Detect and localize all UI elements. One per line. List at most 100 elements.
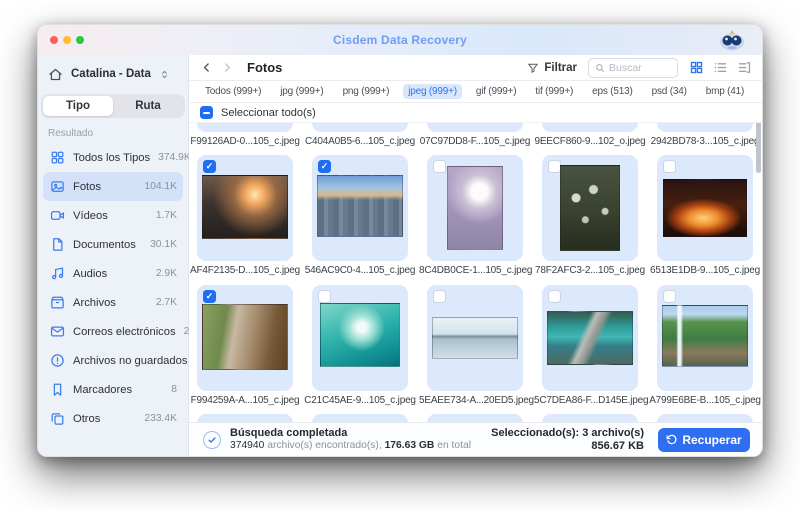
page-title: Fotos xyxy=(247,60,282,75)
photo-card[interactable] xyxy=(542,155,638,261)
sidebar-item-count: 2.9K xyxy=(156,268,177,279)
sidebar-item-fotos[interactable]: Fotos 104.1K xyxy=(43,172,183,201)
select-all-checkbox[interactable] xyxy=(200,106,213,119)
sidebar-item-count: 374.9K xyxy=(158,152,191,163)
grid-cell: AF4F2135-D...105_c.jpeg xyxy=(197,155,293,276)
sidebar-item-correos-electrónicos[interactable]: Correos electrónicos 21 xyxy=(43,317,183,346)
sidebar-item-label: Correos electrónicos xyxy=(73,326,176,338)
sidebar-item-label: Documentos xyxy=(73,239,136,251)
file-name: C404A0B5-6...105_c.jpeg xyxy=(304,136,416,147)
sidebar-item-otros[interactable]: Otros 233.4K xyxy=(43,404,183,433)
file-name: 5EAEE734-A...20ED5.jpeg xyxy=(419,395,531,406)
card-bottom-stub[interactable] xyxy=(657,123,753,132)
photo-checkbox[interactable] xyxy=(203,160,216,173)
sidebar-item-marcadores[interactable]: Marcadores 8 xyxy=(43,375,183,404)
sidebar-item-vídeos[interactable]: Vídeos 1.7K xyxy=(43,201,183,230)
file-type-tab-png[interactable]: png (999+) xyxy=(338,84,395,99)
photo-card[interactable] xyxy=(427,155,523,261)
card-bottom-stub[interactable] xyxy=(312,123,408,132)
cisdem-mascot-logo-icon[interactable] xyxy=(716,28,748,52)
list-view-icon[interactable] xyxy=(713,60,728,75)
pane-view-icon[interactable] xyxy=(737,60,752,75)
funnel-icon xyxy=(527,62,539,74)
file-type-tab-psd[interactable]: psd (34) xyxy=(647,84,692,99)
file-name: 07C97DD8-F...105_c.jpeg xyxy=(419,136,531,147)
tab-ruta[interactable]: Ruta xyxy=(113,96,183,116)
photo-checkbox[interactable] xyxy=(433,160,446,173)
photo-card[interactable] xyxy=(312,155,408,261)
file-name: F994259A-A...105_c.jpeg xyxy=(189,395,301,406)
grid-cell: 6513E1DB-9...105_c.jpeg xyxy=(657,155,753,276)
photo-checkbox[interactable] xyxy=(318,160,331,173)
photo-card[interactable] xyxy=(427,285,523,391)
card-top-stub[interactable] xyxy=(542,414,638,422)
filter-label: Filtrar xyxy=(544,62,577,74)
road-thumbnail xyxy=(547,311,633,365)
sidebar-item-audios[interactable]: Audios 2.9K xyxy=(43,259,183,288)
photo-checkbox[interactable] xyxy=(203,290,216,303)
cat-thumbnail xyxy=(202,304,288,370)
search-input[interactable] xyxy=(609,62,671,74)
grid-cell-partial xyxy=(312,414,408,422)
close-button[interactable] xyxy=(50,36,58,44)
desktop-background: Cisdem Data Recovery Catalina - Data Tip… xyxy=(0,0,800,510)
grid-view-icon[interactable] xyxy=(689,60,704,75)
back-button-icon[interactable] xyxy=(200,61,213,74)
photo-checkbox[interactable] xyxy=(663,160,676,173)
photo-checkbox[interactable] xyxy=(663,290,676,303)
video-icon xyxy=(50,208,65,223)
card-top-stub[interactable] xyxy=(197,414,293,422)
recover-button[interactable]: Recuperar xyxy=(658,428,750,452)
card-top-stub[interactable] xyxy=(427,414,523,422)
file-name: AF4F2135-D...105_c.jpeg xyxy=(189,265,301,276)
card-bottom-stub[interactable] xyxy=(542,123,638,132)
filter-button[interactable]: Filtrar xyxy=(527,62,577,74)
minimize-button[interactable] xyxy=(63,36,71,44)
grid-cell-partial: 9EECF860-9...102_o.jpeg xyxy=(542,123,638,147)
app-title: Cisdem Data Recovery xyxy=(333,33,467,47)
sidebar-item-todos-los-tipos[interactable]: Todos los Tipos 374.9K xyxy=(43,143,183,172)
photo-card[interactable] xyxy=(542,285,638,391)
photo-card[interactable] xyxy=(312,285,408,391)
photo-checkbox[interactable] xyxy=(318,290,331,303)
photo-checkbox[interactable] xyxy=(433,290,446,303)
photo-checkbox[interactable] xyxy=(548,290,561,303)
file-name: A799E6BE-B...105_c.jpeg xyxy=(649,395,761,406)
copy-icon xyxy=(50,411,65,426)
sidebar-item-label: Archivos xyxy=(73,297,116,309)
sidebar-item-count: 1.7K xyxy=(156,210,177,221)
grid-cell-partial xyxy=(542,414,638,422)
file-type-tab-jpeg[interactable]: jpeg (999+) xyxy=(403,84,462,99)
forward-button-icon[interactable] xyxy=(221,61,234,74)
card-bottom-stub[interactable] xyxy=(427,123,523,132)
file-name: 5C7DEA86-F...D145E.jpeg xyxy=(534,395,646,406)
file-type-tab-bmp[interactable]: bmp (41) xyxy=(701,84,749,99)
file-type-tab-jpg[interactable]: jpg (999+) xyxy=(275,84,328,99)
file-name: F99126AD-0...105_c.jpeg xyxy=(189,136,301,147)
file-name: 78F2AFC3-2...105_c.jpeg xyxy=(534,265,646,276)
file-type-tab-todos[interactable]: Todos (999+) xyxy=(200,84,266,99)
search-complete-icon xyxy=(203,431,221,449)
sidebar-item-archivos-no-guardados[interactable]: Archivos no guardados 9 xyxy=(43,346,183,375)
tab-tipo[interactable]: Tipo xyxy=(43,96,113,116)
zoom-button[interactable] xyxy=(76,36,84,44)
photo-card[interactable] xyxy=(657,155,753,261)
file-type-tab-tif[interactable]: tif (999+) xyxy=(530,84,578,99)
card-top-stub[interactable] xyxy=(657,414,753,422)
sidebar-item-documentos[interactable]: Documentos 30.1K xyxy=(43,230,183,259)
file-type-tab-gif[interactable]: gif (999+) xyxy=(471,84,522,99)
sidebar-item-count: 233.4K xyxy=(144,413,177,424)
device-selector[interactable]: Catalina - Data xyxy=(38,63,188,85)
main-header: Fotos Filtrar xyxy=(189,55,762,81)
card-bottom-stub[interactable] xyxy=(197,123,293,132)
file-type-tab-eps[interactable]: eps (513) xyxy=(587,84,637,99)
card-top-stub[interactable] xyxy=(312,414,408,422)
scrollbar-thumb[interactable] xyxy=(756,123,761,173)
photo-card[interactable] xyxy=(197,285,293,391)
sidebar-item-archivos[interactable]: Archivos 2.7K xyxy=(43,288,183,317)
photo-card[interactable] xyxy=(657,285,753,391)
grid-cell: A799E6BE-B...105_c.jpeg xyxy=(657,285,753,406)
file-type-tab-ico[interactable]: ico (59) xyxy=(758,84,763,99)
photo-card[interactable] xyxy=(197,155,293,261)
grid-icon xyxy=(50,150,65,165)
